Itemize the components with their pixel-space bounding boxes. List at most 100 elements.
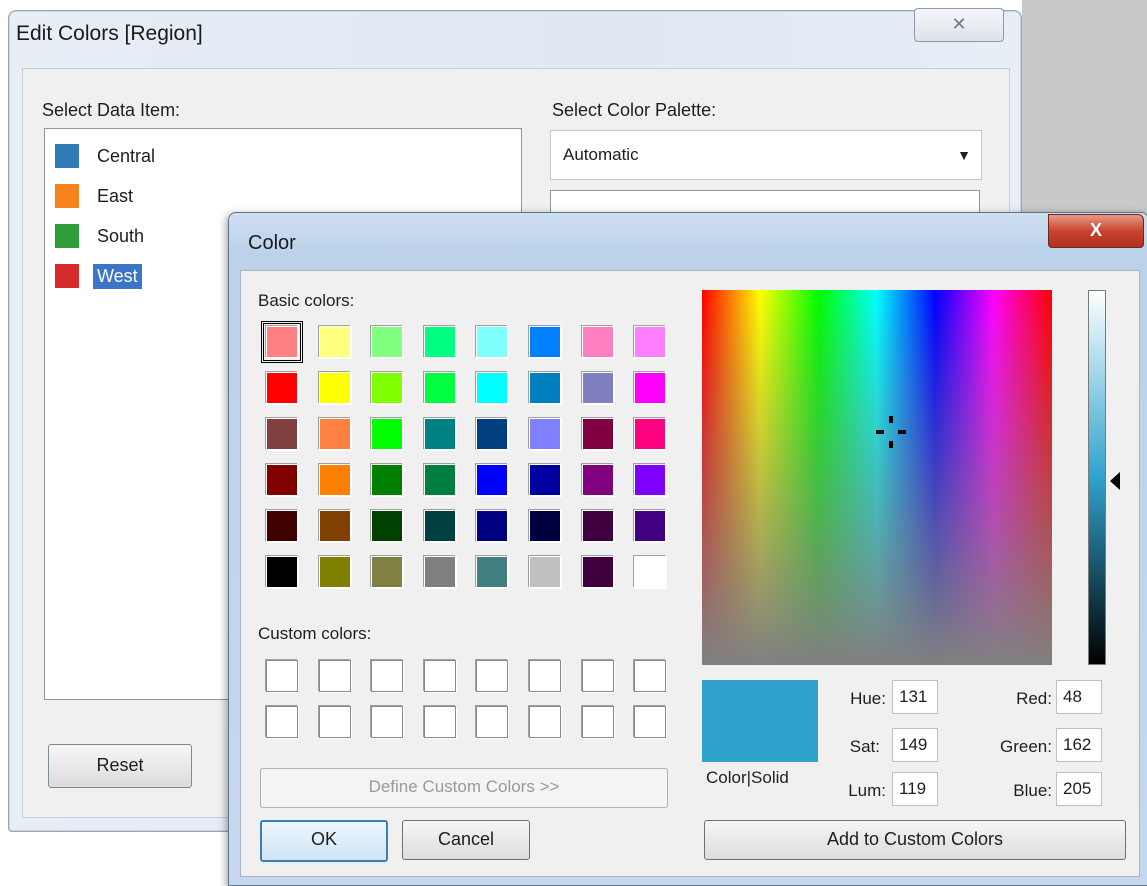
color-solid-label: Color|Solid (706, 768, 789, 787)
basic-color-cell[interactable] (371, 510, 404, 542)
custom-color-cell[interactable] (581, 706, 614, 738)
basic-color-cell[interactable] (581, 372, 614, 404)
basic-color-cell[interactable] (266, 464, 298, 496)
cancel-button[interactable]: Cancel (402, 820, 530, 860)
basic-color-cell[interactable] (476, 556, 509, 588)
basic-color-cell[interactable] (266, 372, 298, 404)
custom-color-cell[interactable] (266, 706, 298, 738)
green-label: Green: (1000, 737, 1052, 756)
basic-color-cell[interactable] (476, 418, 509, 450)
custom-color-cell[interactable] (476, 660, 509, 692)
basic-color-cell[interactable] (423, 418, 456, 450)
color-swatch (55, 224, 79, 248)
basic-color-cell[interactable] (423, 326, 456, 358)
color-spectrum[interactable] (702, 290, 1052, 665)
luminance-slider[interactable] (1088, 290, 1106, 665)
basic-color-cell[interactable] (581, 418, 614, 450)
basic-color-cell[interactable] (318, 464, 351, 496)
basic-color-cell[interactable] (476, 326, 509, 358)
list-item-label: West (93, 263, 142, 289)
list-item-south[interactable]: South (55, 221, 148, 251)
custom-color-cell[interactable] (423, 660, 456, 692)
basic-color-cell[interactable] (476, 372, 509, 404)
basic-color-cell[interactable] (529, 464, 561, 496)
color-preview (702, 680, 818, 762)
hue-label: Hue: (850, 689, 886, 708)
basic-color-cell[interactable] (261, 321, 303, 363)
custom-color-cell[interactable] (266, 660, 298, 692)
red-label: Red: (1016, 689, 1052, 708)
basic-color-cell[interactable] (371, 326, 404, 358)
basic-color-cell[interactable] (634, 556, 667, 588)
basic-color-cell[interactable] (529, 326, 561, 358)
basic-color-cell[interactable] (371, 464, 404, 496)
basic-color-cell[interactable] (529, 372, 561, 404)
basic-color-cell[interactable] (634, 418, 667, 450)
basic-color-cell[interactable] (266, 510, 298, 542)
list-item-central[interactable]: Central (55, 141, 159, 171)
basic-color-cell[interactable] (318, 510, 351, 542)
basic-color-cell[interactable] (266, 418, 298, 450)
basic-color-cell[interactable] (371, 418, 404, 450)
basic-color-cell[interactable] (634, 372, 667, 404)
red-field[interactable]: 48 (1056, 680, 1102, 714)
hue-field[interactable]: 131 (892, 680, 938, 714)
list-item-east[interactable]: East (55, 181, 137, 211)
color-dialog-close-button[interactable]: X (1048, 214, 1144, 248)
custom-color-cell[interactable] (371, 660, 404, 692)
list-item-west[interactable]: West (55, 261, 142, 291)
basic-color-cell[interactable] (423, 556, 456, 588)
basic-color-cell[interactable] (529, 418, 561, 450)
custom-color-cell[interactable] (423, 706, 456, 738)
list-item-label: East (97, 185, 134, 206)
basic-color-cell[interactable] (371, 372, 404, 404)
ok-button[interactable]: OK (260, 820, 388, 862)
basic-color-cell[interactable] (529, 510, 561, 542)
custom-color-cell[interactable] (634, 660, 667, 692)
basic-color-cell[interactable] (371, 556, 404, 588)
green-field[interactable]: 162 (1056, 728, 1102, 762)
blue-label: Blue: (1013, 781, 1052, 800)
blue-field[interactable]: 205 (1056, 772, 1102, 806)
palette-dropdown[interactable]: Automatic ▼ (550, 130, 982, 180)
basic-color-cell[interactable] (581, 510, 614, 542)
basic-color-cell[interactable] (581, 556, 614, 588)
edit-colors-close-button[interactable]: ✕ (914, 8, 1004, 42)
basic-color-cell[interactable] (476, 510, 509, 542)
edit-colors-title: Edit Colors [Region] (16, 22, 203, 45)
custom-color-cell[interactable] (371, 706, 404, 738)
basic-color-cell[interactable] (318, 418, 351, 450)
chevron-down-icon: ▼ (957, 147, 971, 163)
basic-color-cell[interactable] (634, 326, 667, 358)
basic-color-cell[interactable] (634, 464, 667, 496)
reset-button[interactable]: Reset (48, 744, 192, 788)
sat-field[interactable]: 149 (892, 728, 938, 762)
basic-color-cell[interactable] (423, 464, 456, 496)
lum-field[interactable]: 119 (892, 772, 938, 806)
basic-color-cell[interactable] (318, 556, 351, 588)
basic-color-cell[interactable] (581, 326, 614, 358)
basic-color-cell[interactable] (423, 510, 456, 542)
custom-color-cell[interactable] (529, 706, 561, 738)
custom-color-cell[interactable] (318, 706, 351, 738)
custom-color-cell[interactable] (476, 706, 509, 738)
basic-color-cell[interactable] (529, 556, 561, 588)
crosshair-icon (876, 416, 906, 448)
custom-color-cell[interactable] (318, 660, 351, 692)
add-to-custom-colors-button[interactable]: Add to Custom Colors (704, 820, 1126, 860)
basic-color-cell[interactable] (634, 510, 667, 542)
basic-color-cell[interactable] (266, 556, 298, 588)
list-item-label: South (97, 225, 145, 246)
basic-color-cell[interactable] (318, 372, 351, 404)
basic-color-cell[interactable] (476, 464, 509, 496)
basic-color-cell[interactable] (581, 464, 614, 496)
basic-color-cell[interactable] (318, 326, 351, 358)
basic-colors-label: Basic colors: (258, 291, 355, 310)
custom-color-cell[interactable] (581, 660, 614, 692)
custom-colors-label: Custom colors: (258, 624, 372, 643)
color-dialog-title: Color (248, 232, 296, 254)
basic-color-cell[interactable] (423, 372, 456, 404)
custom-color-cell[interactable] (634, 706, 667, 738)
luminance-pointer-icon[interactable] (1110, 472, 1120, 490)
custom-color-cell[interactable] (529, 660, 561, 692)
